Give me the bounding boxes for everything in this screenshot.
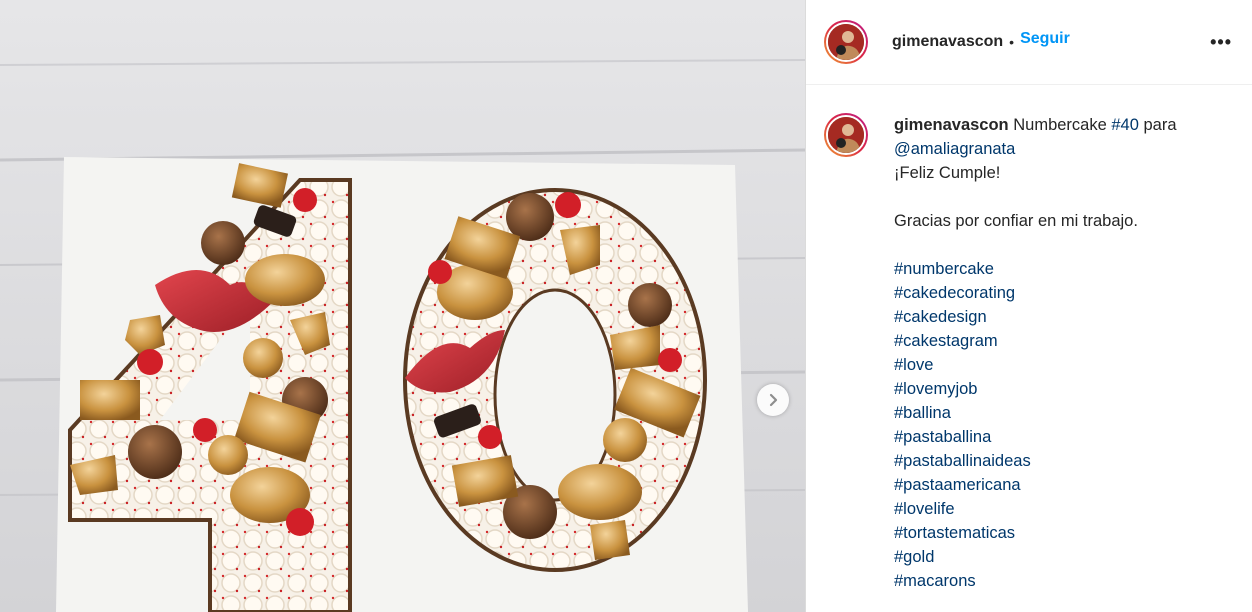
avatar-photo xyxy=(828,117,864,153)
hashtag-link[interactable]: #pastaballina xyxy=(894,428,991,446)
follow-button[interactable]: Seguir xyxy=(1020,30,1070,48)
hashtag-link[interactable]: #lovemyjob xyxy=(894,380,977,398)
caption-para: para xyxy=(1143,116,1177,134)
caption-greeting: ¡Feliz Cumple! xyxy=(894,164,1001,182)
hashtag-link[interactable]: #numbercake xyxy=(894,260,994,278)
post-details-panel: gimenavascon • Seguir ••• gimenavascon N… xyxy=(805,0,1252,612)
caption-text: gimenavascon Numbercake #40 para @amalia… xyxy=(894,113,1224,593)
hashtag-link[interactable]: #tortastematicas xyxy=(894,524,1015,542)
caption-comment: gimenavascon Numbercake #40 para @amalia… xyxy=(806,85,1252,593)
hashtag-link[interactable]: #love xyxy=(894,356,933,374)
hashtag-link[interactable]: #lovelife xyxy=(894,500,955,518)
more-options-icon[interactable]: ••• xyxy=(1210,32,1232,53)
chevron-right-icon xyxy=(769,393,778,407)
number-cake-photo xyxy=(0,0,805,612)
hashtag-link[interactable]: #macarons xyxy=(894,572,976,590)
separator-dot: • xyxy=(1009,34,1015,50)
author-username[interactable]: gimenavascon xyxy=(892,33,1003,51)
hashtag-link[interactable]: #40 xyxy=(1111,116,1139,134)
hashtag-link[interactable]: #cakedecorating xyxy=(894,284,1015,302)
caption-author-avatar[interactable] xyxy=(824,113,868,157)
caption-intro: Numbercake xyxy=(1013,116,1107,134)
hashtag-link[interactable]: #pastaballinaideas xyxy=(894,452,1031,470)
hashtag-link[interactable]: #cakestagram xyxy=(894,332,998,350)
hashtag-link[interactable]: #ballina xyxy=(894,404,951,422)
instagram-post-view: gimenavascon • Seguir ••• gimenavascon N… xyxy=(0,0,1252,612)
avatar-photo xyxy=(828,24,864,60)
hashtag-link[interactable]: #gold xyxy=(894,548,934,566)
mention-link[interactable]: @amaliagranata xyxy=(894,140,1015,158)
post-header: gimenavascon • Seguir ••• xyxy=(806,0,1252,85)
author-avatar[interactable] xyxy=(824,20,868,64)
post-photo[interactable] xyxy=(0,0,805,612)
hashtag-link[interactable]: #cakedesign xyxy=(894,308,987,326)
hashtag-link[interactable]: #pastaamericana xyxy=(894,476,1021,494)
caption-thanks: Gracias por confiar en mi trabajo. xyxy=(894,212,1138,230)
next-photo-button[interactable] xyxy=(757,384,789,416)
caption-username[interactable]: gimenavascon xyxy=(894,116,1009,134)
